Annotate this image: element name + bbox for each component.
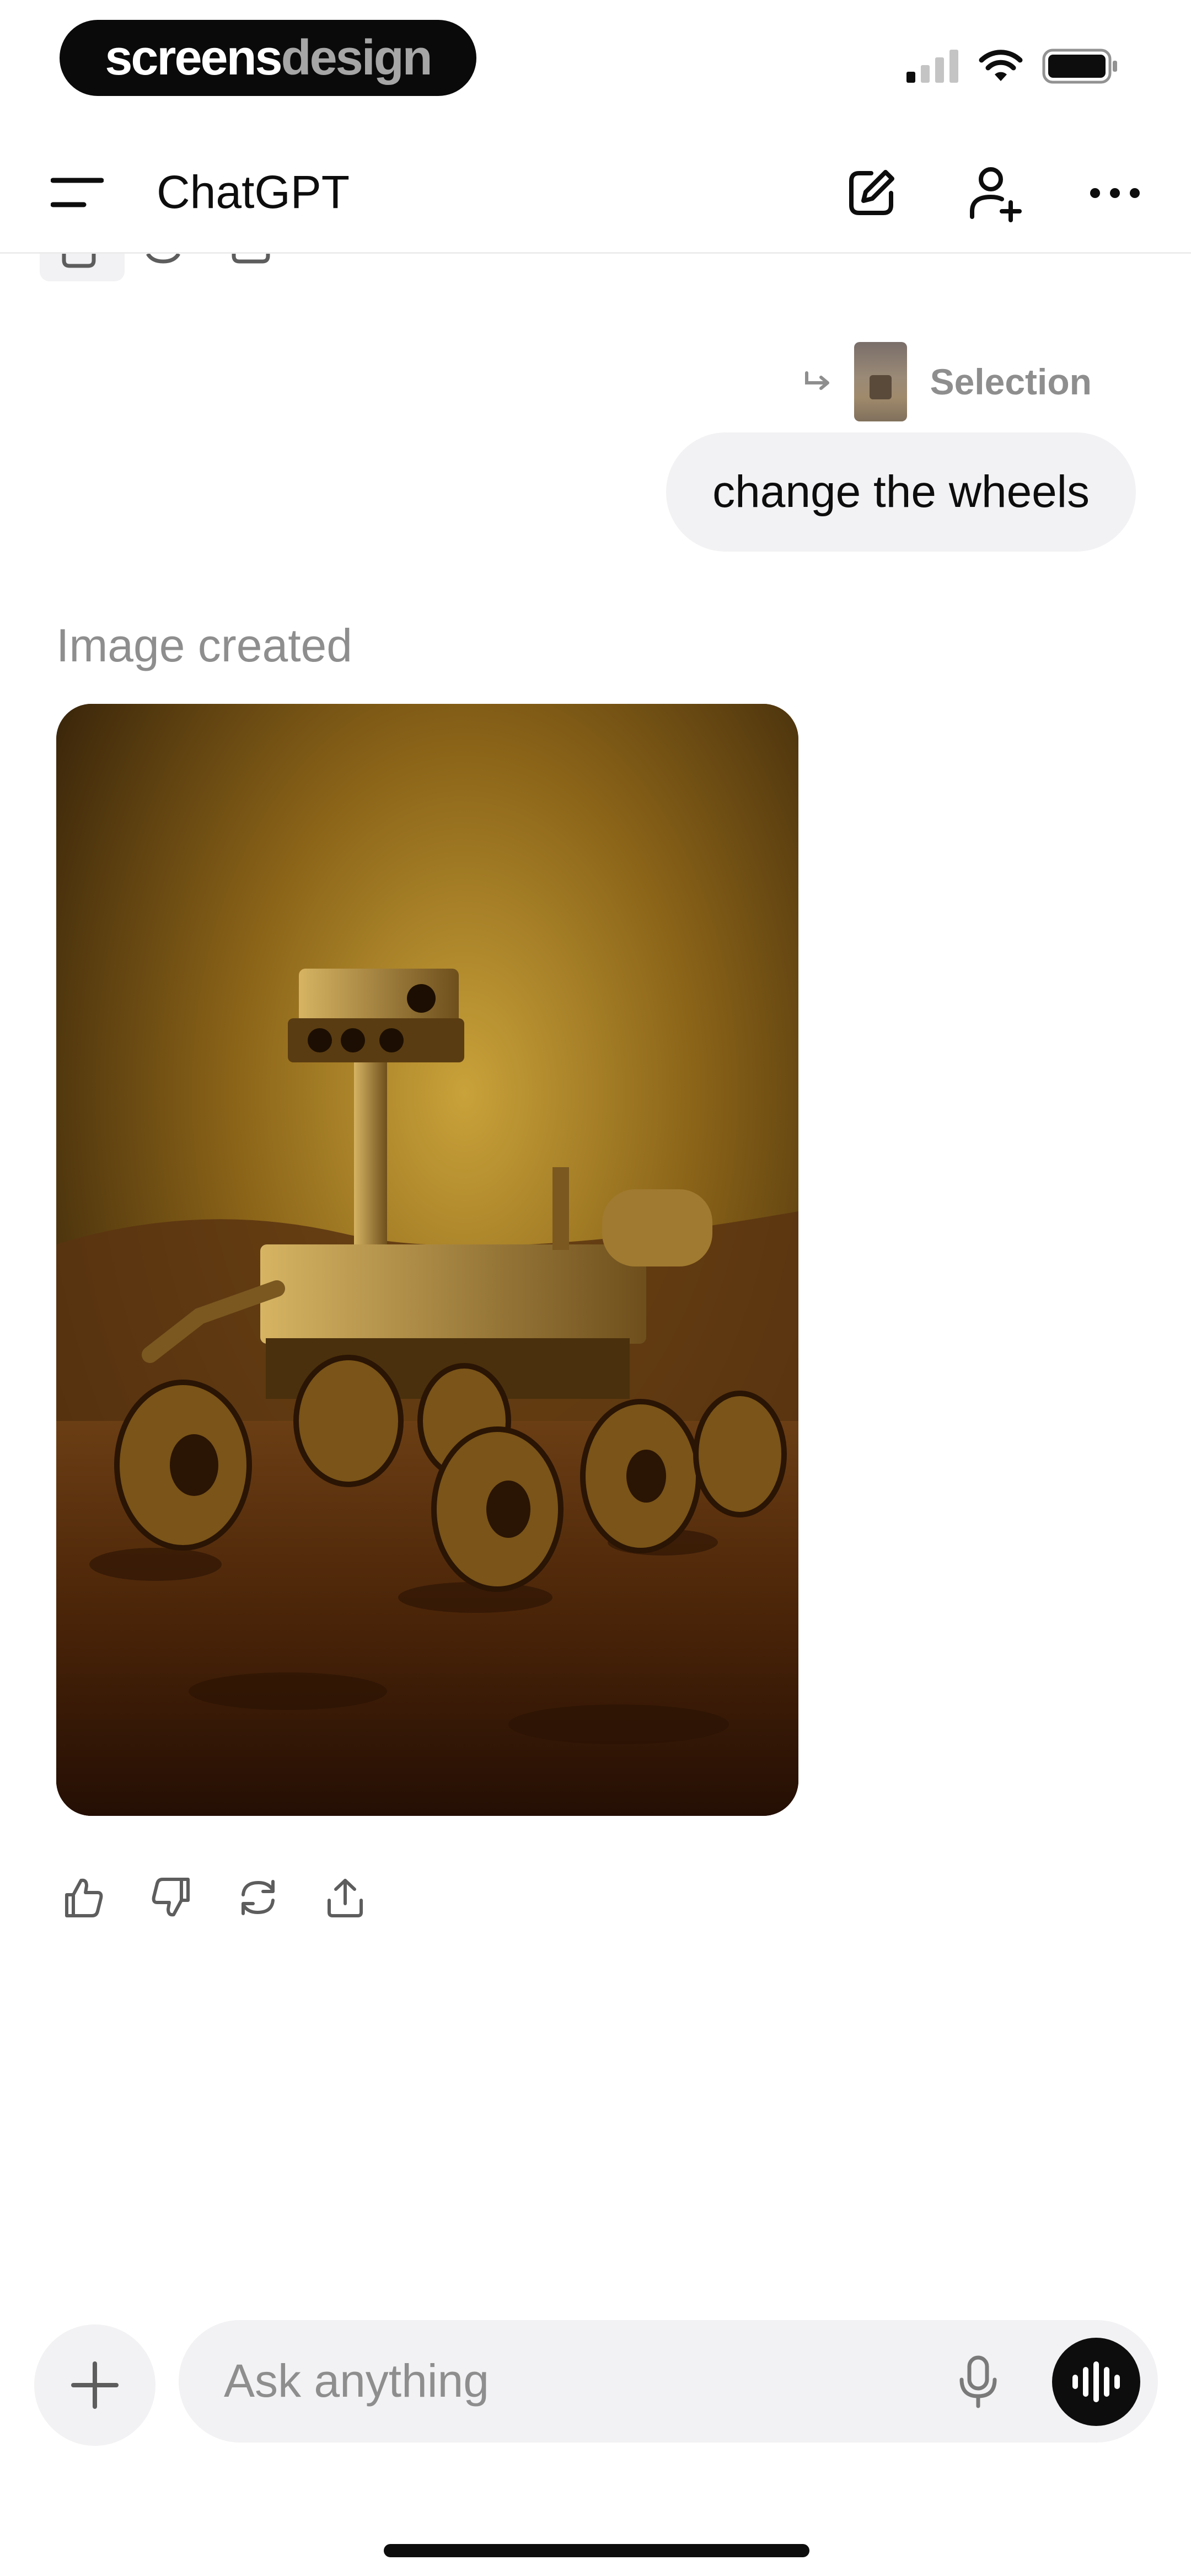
app-title[interactable]: ChatGPT [157, 164, 350, 220]
top-nav-bar: ChatGPT [0, 127, 1191, 254]
dictation-button[interactable] [945, 2349, 1011, 2415]
more-icon [1090, 188, 1140, 198]
thumbs-up-icon [65, 1878, 103, 1917]
wifi-icon [979, 50, 1023, 81]
status-icons [906, 49, 1118, 84]
voice-mode-icon [1072, 2361, 1120, 2402]
speaker-icon-partial[interactable] [144, 254, 183, 265]
add-person-button[interactable] [962, 160, 1028, 226]
cellular-signal-icon [906, 50, 958, 83]
mars-rover-painting [56, 704, 798, 1816]
thumbs-down-icon [152, 1878, 190, 1917]
more-options-button[interactable] [1082, 160, 1148, 226]
voice-mode-button[interactable] [1052, 2338, 1140, 2426]
reply-arrow-icon [804, 371, 829, 390]
share-icon [328, 1879, 363, 1917]
regenerate-icon [242, 1880, 275, 1915]
response-actions [56, 1870, 373, 1925]
menu-icon[interactable] [51, 177, 104, 208]
microphone-icon [959, 2355, 997, 2408]
scrolled-message-toolbar [40, 254, 128, 281]
thumbs-down-button[interactable] [143, 1870, 198, 1925]
home-indicator [384, 2544, 809, 2557]
screensdesign-watermark: screens design [60, 20, 476, 96]
image-created-label: Image created [56, 619, 352, 671]
user-message-text: change the wheels [712, 467, 1090, 517]
edit-icon-partial[interactable] [232, 254, 270, 265]
watermark-text-part2: design [281, 30, 433, 85]
battery-icon [1042, 49, 1117, 84]
selection-reference[interactable]: Selection [803, 342, 1092, 421]
copy-icon [62, 254, 96, 268]
user-message-bubble: change the wheels [666, 432, 1136, 552]
attach-button[interactable] [34, 2324, 155, 2446]
add-person-icon [970, 167, 1022, 222]
message-input[interactable] [224, 2353, 886, 2408]
regenerate-button[interactable] [230, 1870, 286, 1925]
thumbs-up-button[interactable] [56, 1870, 111, 1925]
watermark-text-part1: screens [105, 30, 282, 85]
selection-thumbnail[interactable] [854, 342, 907, 421]
message-composer [179, 2320, 1158, 2443]
plus-icon [71, 2361, 119, 2409]
generated-image[interactable] [56, 704, 798, 1816]
selection-label: Selection [930, 361, 1092, 402]
new-chat-icon [849, 170, 894, 215]
share-button[interactable] [318, 1870, 373, 1925]
new-chat-button[interactable] [838, 160, 904, 226]
